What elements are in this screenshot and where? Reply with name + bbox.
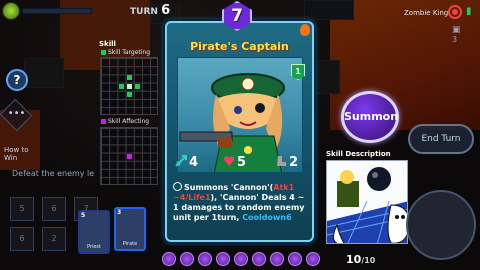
skill-panel-title: Skill (99, 40, 116, 48)
board-slot[interactable]: 6 (10, 227, 34, 251)
origin-cell (127, 84, 132, 89)
board-slot[interactable]: 5 (10, 197, 34, 221)
mana-orb-icon (162, 252, 176, 266)
skill-preview-image (327, 167, 407, 243)
help-button[interactable]: ? (6, 69, 28, 91)
card-name: Pirate's Captain (190, 40, 289, 53)
card-cost-gem: 7 (222, 1, 252, 31)
affect-cell (127, 154, 132, 159)
target-cell (127, 92, 132, 97)
card-description: Summons 'Cannon'(Atk1 ~4/Life1), 'Cannon… (173, 182, 311, 223)
mana-orb-icon (288, 252, 302, 266)
attack-stat: 4 (175, 155, 198, 170)
joystick-pad[interactable] (406, 190, 476, 260)
card-cost: 7 (231, 6, 243, 26)
hand-card-cost: 5 (81, 212, 86, 219)
skill-targeting-label: Skill Targeting (108, 49, 151, 56)
life-stat: 5 (223, 155, 246, 170)
player-health-icon (2, 2, 20, 20)
desc-part-cooldown: Cooldown6 (242, 213, 292, 222)
attack-value: 4 (189, 155, 199, 170)
life-value: 5 (237, 155, 247, 170)
how-to-win-label-2: Win (4, 154, 18, 162)
mana-counter: 10/10 (346, 253, 375, 266)
board-slot[interactable]: 2 (42, 227, 66, 251)
record-icon[interactable] (448, 5, 462, 19)
heart-icon (223, 156, 235, 166)
range-value: 2 (289, 155, 299, 170)
ability-icon (173, 182, 182, 191)
turn-label: TURN (130, 7, 158, 17)
mana-orb-icon (180, 252, 194, 266)
deck-icon: ▣ (452, 25, 461, 35)
enemy-name: Zombie King (404, 9, 449, 17)
hand-card-name: Pirate (122, 241, 138, 247)
range-stat: 2 (275, 155, 298, 170)
hand-card-cost: 3 (117, 209, 122, 216)
how-to-win-button[interactable]: How to Win (4, 146, 29, 162)
skill-targeting-legend: Skill Targeting (101, 49, 150, 56)
deck-count-value: 3 (452, 35, 458, 44)
how-to-win-label-1: How to (4, 146, 29, 154)
hand-card-name: Priest (86, 244, 101, 250)
mana-orb-icon (252, 252, 266, 266)
skill-description-preview (326, 160, 408, 244)
skill-affecting-label: Skill Affecting (108, 118, 150, 125)
skill-targeting-grid (100, 57, 158, 115)
affecting-color-swatch (101, 119, 106, 124)
skill-affecting-grid (100, 127, 158, 185)
mana-max: /10 (361, 256, 376, 265)
skill-affecting-legend: Skill Affecting (101, 118, 149, 125)
mana-orb-icon (234, 252, 248, 266)
end-turn-button[interactable]: End Turn (408, 124, 474, 154)
mana-current: 10 (346, 253, 362, 266)
turn-indicator: TURN 6 (130, 3, 170, 18)
mana-orbs (150, 250, 330, 270)
hand-card[interactable]: 5 Priest (78, 210, 110, 254)
skill-description-title: Skill Description (326, 150, 391, 158)
board-slot[interactable]: 6 (42, 197, 66, 221)
summon-button[interactable]: Summon (341, 91, 399, 143)
sword-icon (175, 155, 187, 167)
target-cell (135, 84, 140, 89)
mana-orb-icon (270, 252, 284, 266)
unit-card-detail: Pirate's Captain 4 5 2 Summons 'Cannon'(… (165, 21, 314, 242)
flame-icon (300, 24, 310, 36)
hand-card[interactable]: 3 Pirate (114, 207, 146, 251)
boot-icon (277, 156, 286, 166)
mana-orb-icon (306, 252, 320, 266)
target-cell (119, 84, 124, 89)
mana-orb-icon (216, 252, 230, 266)
mana-orb-icon (198, 252, 212, 266)
card-stats: 4 5 2 (175, 155, 305, 175)
targeting-color-swatch (101, 50, 106, 55)
objective-text: Defeat the enemy le (12, 169, 95, 178)
target-cell (127, 75, 132, 80)
desc-part: Summons 'Cannon'( (184, 183, 274, 192)
menu-dots-icon: ••• (7, 108, 26, 120)
player-health-bar (22, 8, 92, 14)
signal-icon: ▮ (466, 6, 472, 17)
turn-number: 6 (161, 3, 171, 18)
deck-count: ▣ 3 (452, 25, 461, 44)
